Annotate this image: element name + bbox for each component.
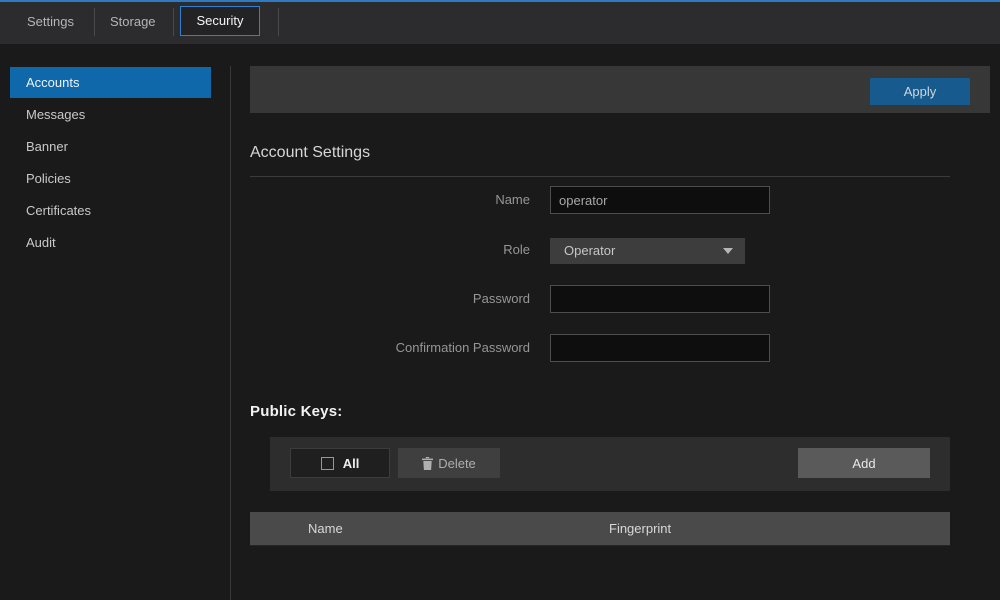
sidebar-item-certificates[interactable]: Certificates (10, 195, 211, 226)
select-all-label: All (343, 456, 360, 471)
sidebar-item-accounts[interactable]: Accounts (10, 67, 211, 98)
main-content: Apply Account Settings Name Role Operato… (231, 44, 1000, 600)
chevron-down-icon (723, 248, 733, 254)
add-button[interactable]: Add (798, 448, 930, 478)
tab-divider (278, 8, 279, 36)
column-header-name: Name (308, 512, 343, 546)
name-label: Name (250, 186, 530, 214)
role-selected-value: Operator (564, 243, 615, 258)
confirmation-password-label: Confirmation Password (250, 334, 530, 362)
select-all-checkbox[interactable] (321, 457, 334, 470)
sidebar: Accounts Messages Banner Policies Certif… (0, 44, 230, 600)
name-input[interactable] (550, 186, 770, 214)
password-label: Password (250, 285, 530, 313)
sidebar-item-banner[interactable]: Banner (10, 131, 211, 162)
delete-label: Delete (438, 456, 476, 471)
tab-settings[interactable]: Settings (27, 0, 74, 44)
confirmation-password-input[interactable] (550, 334, 770, 362)
apply-toolbar: Apply (250, 66, 990, 113)
sidebar-item-audit[interactable]: Audit (10, 227, 211, 258)
tab-storage[interactable]: Storage (110, 0, 156, 44)
security-settings-page: Settings Storage Security Accounts Messa… (0, 0, 1000, 600)
select-all-button[interactable]: All (290, 448, 390, 478)
password-input[interactable] (550, 285, 770, 313)
role-select[interactable]: Operator (550, 238, 745, 264)
public-keys-toolbar: All Delete Add (270, 437, 950, 491)
account-settings-title: Account Settings (250, 144, 370, 162)
tab-divider (173, 8, 174, 36)
sidebar-item-messages[interactable]: Messages (10, 99, 211, 130)
top-tab-bar: Settings Storage Security (0, 0, 1000, 44)
role-label: Role (250, 237, 530, 263)
public-keys-title: Public Keys: (250, 403, 342, 420)
section-divider (250, 176, 950, 177)
public-keys-table-header: Name Fingerprint (250, 512, 950, 546)
apply-button[interactable]: Apply (870, 78, 970, 105)
delete-button[interactable]: Delete (398, 448, 500, 478)
column-header-fingerprint: Fingerprint (609, 512, 671, 546)
trash-icon (422, 457, 433, 470)
sidebar-item-policies[interactable]: Policies (10, 163, 211, 194)
tab-divider (94, 8, 95, 36)
tab-security[interactable]: Security (180, 6, 260, 36)
